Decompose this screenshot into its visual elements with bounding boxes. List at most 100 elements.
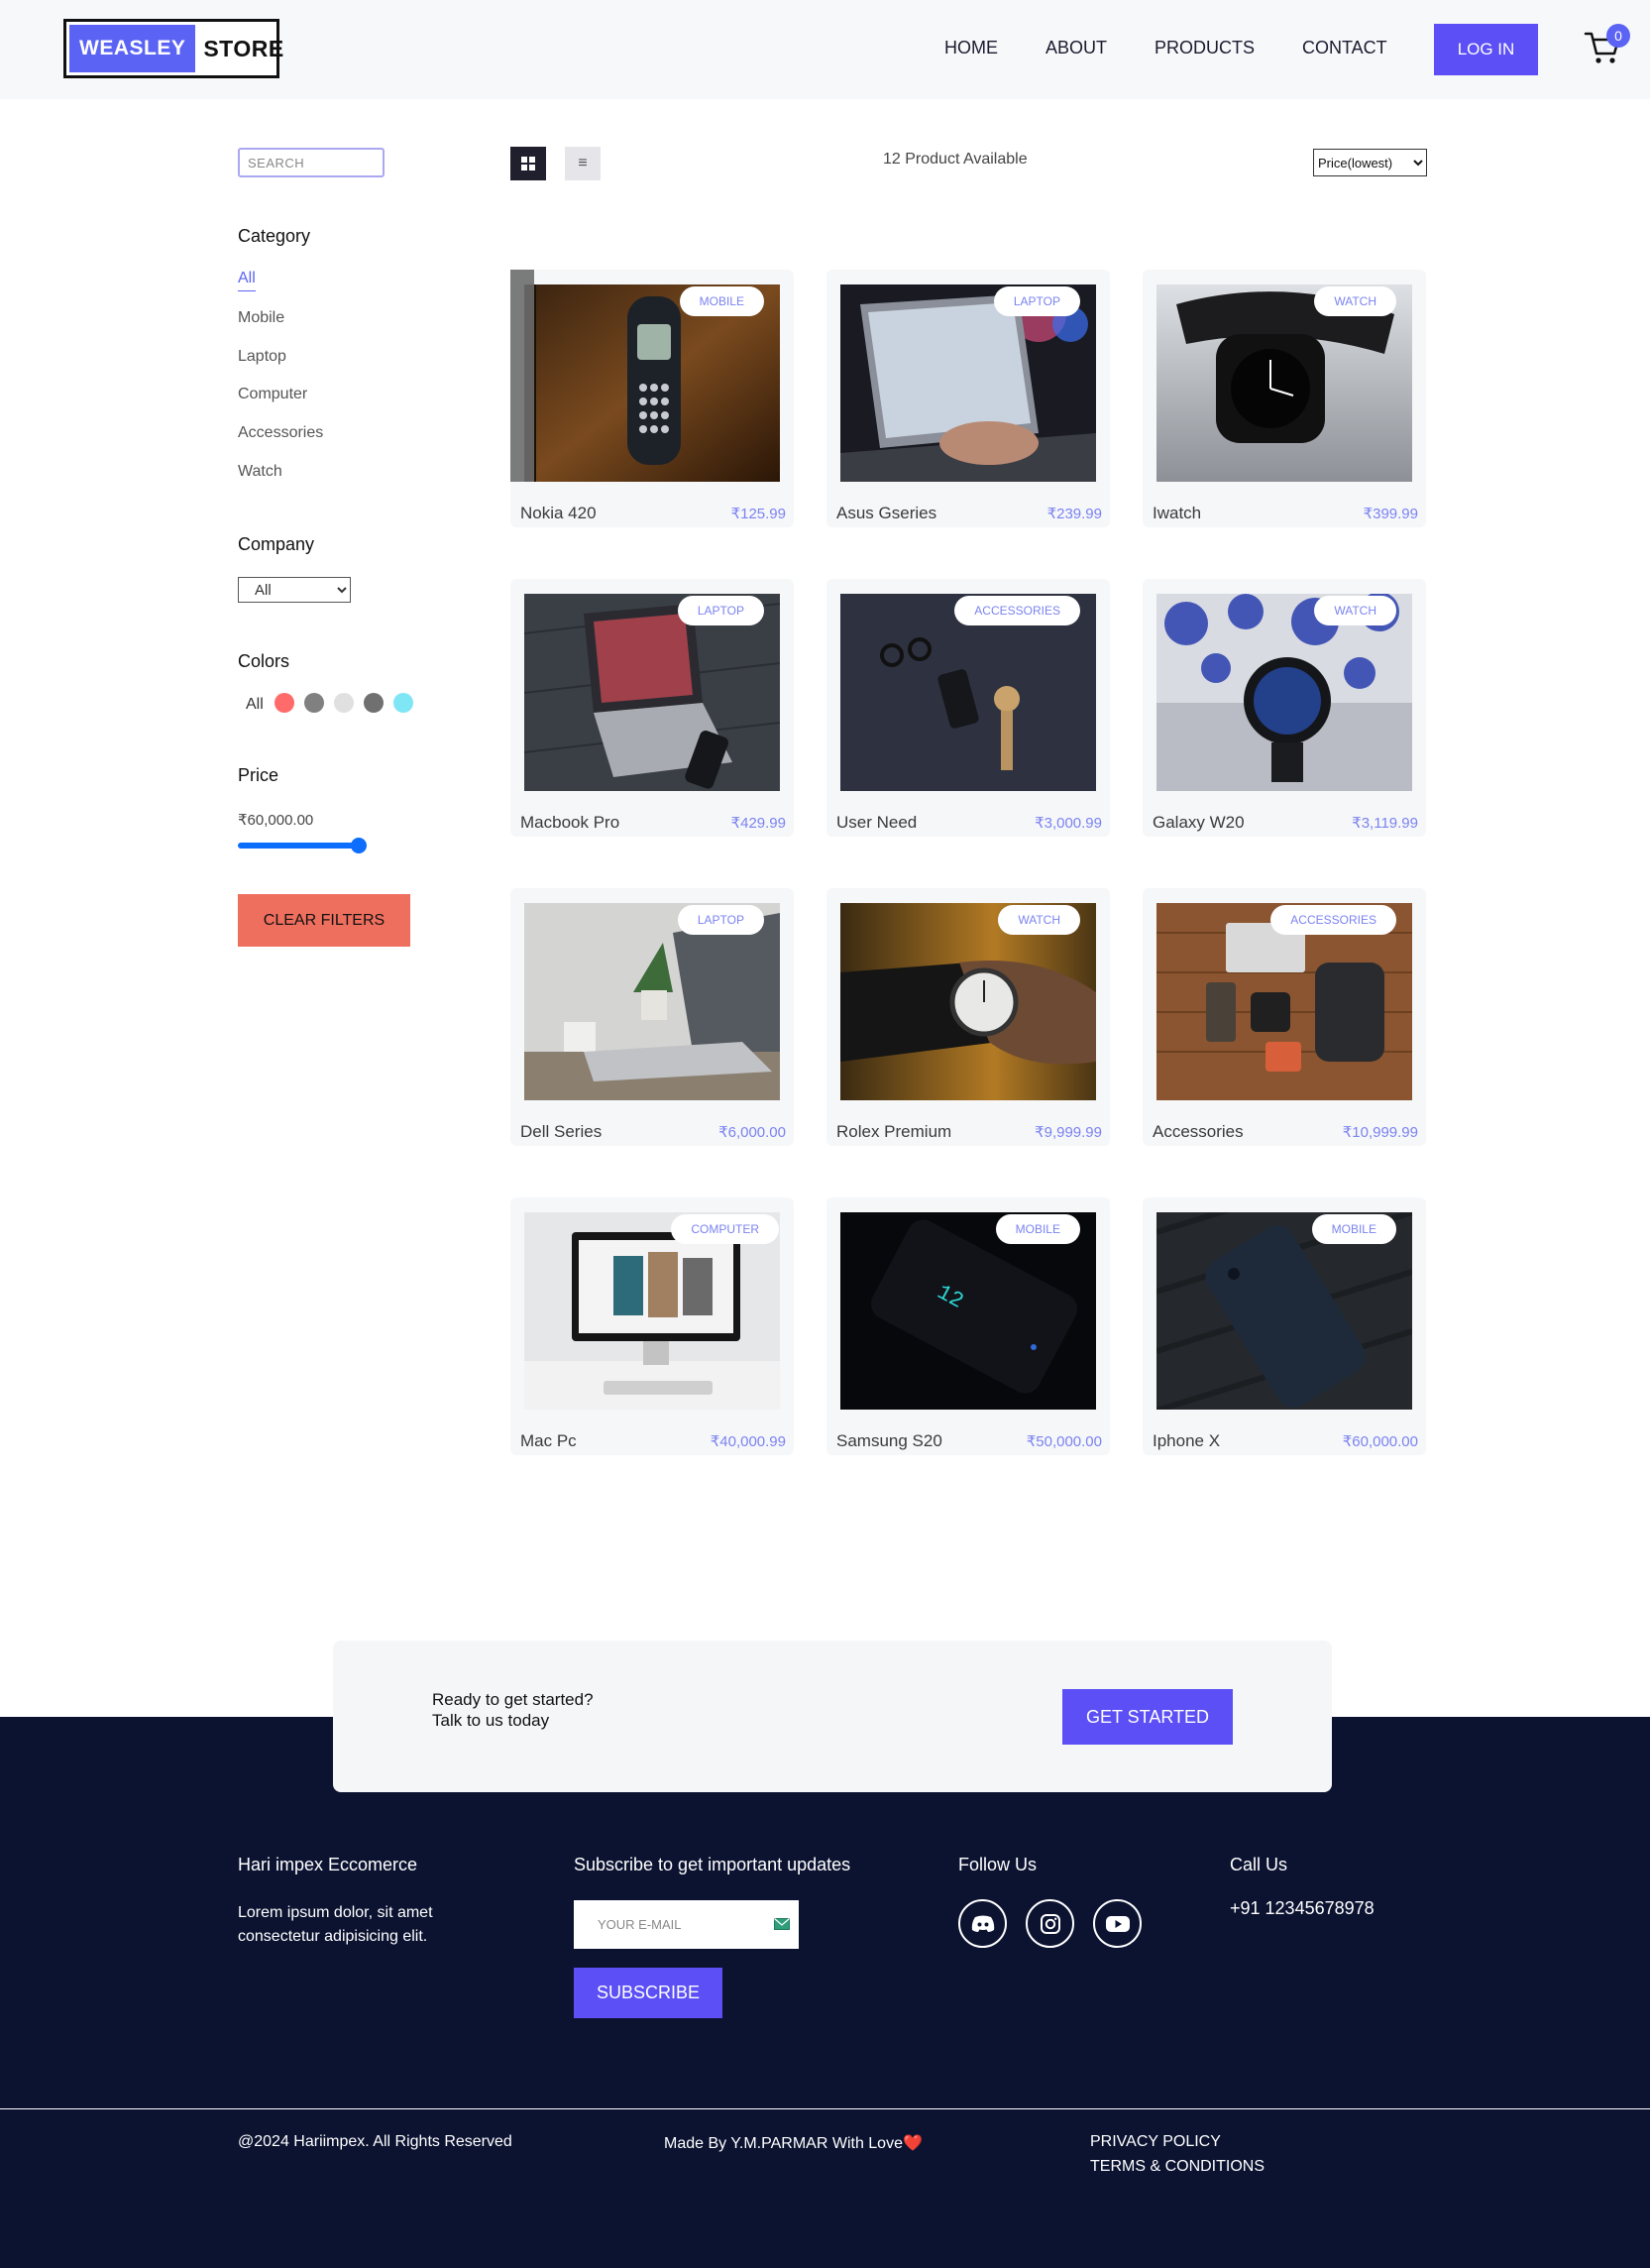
youtube-icon [1105,1915,1130,1932]
category-badge: LAPTOP [993,286,1080,316]
category-computer[interactable]: Computer [238,386,307,403]
cta-banner: Ready to get started? Talk to us today G… [333,1641,1332,1792]
youtube-link[interactable] [1093,1899,1142,1948]
category-watch[interactable]: Watch [238,463,282,481]
footer-call-title: Call Us [1230,1855,1288,1874]
get-started-button[interactable]: GET STARTED [1062,1689,1233,1745]
product-name: Mac Pc [520,1431,577,1450]
subscribe-button[interactable]: SUBSCRIBE [574,1968,722,2018]
logo-text-primary: WEASLEY [69,25,196,72]
site-footer [0,1717,1650,2268]
nav-about[interactable]: ABOUT [1045,38,1107,58]
store-logo[interactable]: WEASLEY STORE [63,19,283,78]
search-input[interactable] [238,148,385,177]
product-card[interactable]: COMPUTER Mac Pc ₹40,000.99 [510,1197,794,1455]
nav-home[interactable]: HOME [944,38,998,58]
category-heading: Category [238,226,311,246]
product-price: ₹10,999.99 [1342,1124,1418,1141]
product-price: ₹9,999.99 [1035,1124,1102,1141]
category-badge: WATCH [998,905,1080,935]
product-price: ₹429.99 [730,815,786,832]
price-slider-thumb[interactable] [351,838,367,853]
list-icon: ≡ [578,155,588,171]
product-card[interactable]: LAPTOP Asus Gseries ₹239.99 [826,270,1110,527]
product-card[interactable]: LAPTOP Macbook Pro ₹429.99 [510,579,794,837]
product-name: Dell Series [520,1122,603,1141]
phone-number[interactable]: +91 12345678978 [1230,1898,1375,1919]
product-card[interactable]: MOBILE Nokia 420 ₹125.99 [510,270,794,527]
cta-line-2: Talk to us today [432,1711,550,1730]
color-swatch-red[interactable] [275,693,294,713]
company-select[interactable]: All [238,577,351,603]
category-badge: MOBILE [1311,1214,1396,1244]
category-badge: WATCH [1314,286,1396,316]
category-badge: LAPTOP [677,905,764,935]
login-button[interactable]: LOG IN [1434,24,1538,75]
category-badge: MOBILE [679,286,764,316]
product-card[interactable]: ACCESSORIES User Need ₹3,000.99 [826,579,1110,837]
price-slider-track[interactable] [238,843,361,849]
category-all[interactable]: All [238,270,256,291]
footer-about-title: Hari impex Eccomerce [238,1855,418,1874]
terms-link[interactable]: TERMS & CONDITIONS [1090,2158,1265,2176]
color-swatch-cyan[interactable] [393,693,413,713]
color-swatch-light-gray[interactable] [334,693,354,713]
product-card[interactable]: WATCH Galaxy W20 ₹3,119.99 [1143,579,1426,837]
cart-count-badge: 0 [1606,24,1630,48]
copyright-text: @2024 Hariimpex. All Rights Reserved [238,2133,512,2150]
product-price: ₹50,000.00 [1026,1433,1102,1450]
cta-line-1: Ready to get started? [432,1690,594,1709]
sort-select[interactable]: Price(lowest) [1313,149,1427,176]
mail-icon [774,1918,790,1930]
category-mobile[interactable]: Mobile [238,309,284,327]
color-swatch-dark-gray[interactable] [364,693,384,713]
product-card[interactable]: 12 MOBILE Samsung S20 ₹50,000.00 [826,1197,1110,1455]
category-badge: ACCESSORIES [954,596,1080,625]
product-name: Samsung S20 [836,1431,942,1450]
category-laptop[interactable]: Laptop [238,348,286,366]
product-card[interactable]: LAPTOP Dell Series ₹6,000.00 [510,888,794,1146]
list-view-button[interactable]: ≡ [565,147,601,180]
product-card[interactable]: ACCESSORIES Accessories ₹10,999.99 [1143,888,1426,1146]
product-name: Macbook Pro [520,813,620,832]
category-badge: WATCH [1314,596,1396,625]
made-by-text: Made By Y.M.PARMAR With Love❤️ [664,2135,923,2152]
product-price: ₹40,000.99 [710,1433,786,1450]
product-name: Galaxy W20 [1153,813,1245,832]
product-price: ₹239.99 [1046,506,1102,522]
product-name: Iphone X [1153,1431,1221,1450]
product-price: ₹125.99 [730,506,786,522]
product-name: Nokia 420 [520,504,597,522]
footer-about-text: Lorem ipsum dolor, sit amet consectetur … [238,1904,433,1945]
category-accessories[interactable]: Accessories [238,424,323,442]
product-name: Rolex Premium [836,1122,952,1141]
grid-view-button[interactable] [510,147,546,180]
privacy-policy-link[interactable]: PRIVACY POLICY [1090,2133,1221,2151]
logo-text-secondary: STORE [203,35,284,61]
product-card[interactable]: WATCH Iwatch ₹399.99 [1143,270,1426,527]
nav-products[interactable]: PRODUCTS [1155,38,1255,58]
color-all-option[interactable]: All [246,696,264,714]
product-card[interactable]: MOBILE Iphone X ₹60,000.00 [1143,1197,1426,1455]
instagram-link[interactable] [1026,1899,1074,1948]
category-badge: MOBILE [995,1214,1080,1244]
product-name: User Need [836,813,918,832]
site-header: WEASLEY STORE HOME ABOUT PRODUCTS CONTAC… [0,0,1650,99]
clear-filters-button[interactable]: CLEAR FILTERS [238,894,410,947]
discord-link[interactable] [958,1899,1007,1948]
product-name: Iwatch [1153,504,1202,522]
product-card[interactable]: WATCH Rolex Premium ₹9,999.99 [826,888,1110,1146]
product-price: ₹3,119.99 [1352,815,1418,832]
email-field[interactable] [574,1900,799,1949]
price-value: ₹60,000.00 [238,812,314,829]
product-count: 12 Product Available [883,151,1028,168]
product-name: Accessories [1153,1122,1244,1141]
category-badge: LAPTOP [677,596,764,625]
nav-contact[interactable]: CONTACT [1302,38,1387,58]
company-heading: Company [238,534,315,554]
color-swatch-gray[interactable] [304,693,324,713]
product-name: Asus Gseries [836,504,937,522]
product-price: ₹3,000.99 [1035,815,1102,832]
footer-subscribe-title: Subscribe to get important updates [574,1855,851,1874]
grid-icon [521,157,535,170]
